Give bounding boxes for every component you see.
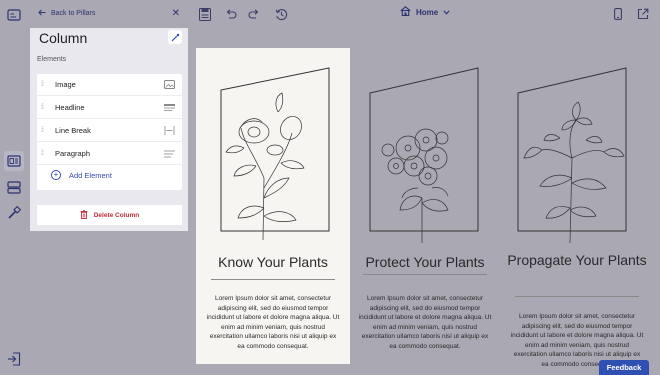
drag-handle-icon[interactable]: ⁞⁞ (41, 81, 44, 88)
page-label: Home (416, 7, 439, 17)
close-icon[interactable]: ✕ (172, 8, 180, 19)
delete-column-label: Delete Column (93, 211, 140, 219)
exit-icon[interactable] (6, 351, 22, 367)
page-canvas: Know Your Plants Lorem Ipsum dolor sit a… (190, 28, 660, 375)
column-protect-your-plants[interactable]: Protect Your Plants Lorem Ipsum dolor si… (348, 48, 502, 364)
column-propagate-your-plants[interactable]: Propagate Your Plants Lorem Ipsum dolor … (500, 48, 654, 368)
panel-header: Back to Pillars ✕ (30, 0, 188, 28)
layout-icon[interactable] (4, 5, 24, 25)
back-to-pillars-link[interactable]: Back to Pillars (38, 9, 95, 18)
left-rail (0, 0, 28, 375)
botanical-illustration (369, 67, 479, 243)
botanical-illustration (220, 67, 330, 241)
column-title: Propagate Your Plants (507, 252, 647, 268)
element-row-line-break[interactable]: ⁞⁞ Line Break (37, 120, 182, 142)
element-row-headline[interactable]: ⁞⁞ Headline (37, 97, 182, 119)
line-break (363, 274, 487, 275)
chevron-down-icon (443, 8, 450, 17)
element-row-image[interactable]: ⁞⁞ Image (37, 74, 182, 96)
back-label: Back to Pillars (51, 10, 96, 17)
column-know-your-plants[interactable]: Know Your Plants Lorem Ipsum dolor sit a… (196, 48, 350, 364)
element-label: Line Break (55, 126, 91, 135)
column-title: Know Your Plants (218, 254, 328, 270)
redo-icon[interactable] (246, 6, 262, 22)
panel-title: Column (39, 30, 88, 46)
save-icon[interactable] (197, 6, 213, 22)
add-element-button[interactable]: + Add Element (51, 170, 112, 180)
element-label: Image (55, 80, 76, 89)
elements-section-label: Elements (37, 56, 67, 63)
columns-icon[interactable] (4, 151, 24, 171)
image-icon (164, 80, 175, 89)
top-toolbar: Home (190, 0, 660, 28)
undo-icon[interactable] (223, 6, 239, 22)
column-paragraph: Lorem Ipsum dolor sit amet, consectetur … (358, 295, 492, 350)
element-label: Paragraph (55, 149, 91, 158)
magic-wand-icon[interactable] (168, 30, 182, 44)
home-icon (400, 6, 411, 18)
page-selector[interactable]: Home (400, 6, 450, 18)
element-label: Headline (55, 103, 85, 112)
drag-handle-icon[interactable]: ⁞⁞ (41, 104, 44, 111)
trash-icon (80, 209, 88, 221)
brush-icon[interactable] (4, 203, 24, 223)
line-break (515, 296, 639, 297)
sections-icon[interactable] (4, 177, 24, 197)
arrow-left-icon (38, 9, 46, 18)
external-link-icon[interactable] (635, 6, 651, 22)
paragraph-icon (164, 149, 175, 158)
line-break (211, 279, 335, 280)
headline-icon (164, 103, 175, 112)
mobile-preview-icon[interactable] (610, 6, 626, 22)
feedback-button[interactable]: Feedback (599, 360, 649, 375)
botanical-illustration (517, 67, 627, 244)
element-row-paragraph[interactable]: ⁞⁞ Paragraph (37, 143, 182, 165)
add-element-label: Add Element (69, 170, 112, 180)
line-break-icon (164, 126, 175, 135)
delete-column-button[interactable]: Delete Column (37, 205, 182, 225)
column-panel: Column Elements ⁞⁞ Image ⁞⁞ Headline ⁞⁞ … (30, 28, 188, 231)
column-paragraph: Lorem Ipsum dolor sit amet, consectetur … (206, 295, 340, 350)
elements-list: ⁞⁞ Image ⁞⁞ Headline ⁞⁞ Line Break ⁞⁞ Pa… (37, 74, 182, 190)
drag-handle-icon[interactable]: ⁞⁞ (41, 127, 44, 134)
history-icon[interactable] (273, 6, 289, 22)
plus-circle-icon: + (51, 170, 61, 180)
column-title: Protect Your Plants (365, 254, 485, 270)
drag-handle-icon[interactable]: ⁞⁞ (41, 150, 44, 157)
